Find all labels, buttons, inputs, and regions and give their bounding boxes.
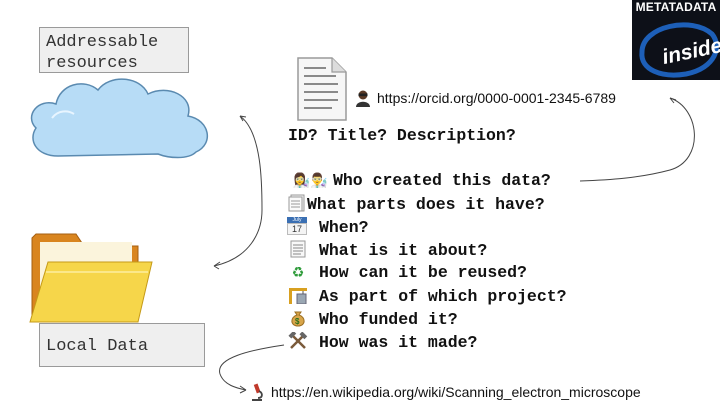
wiki-connector [219,344,285,391]
metadata-inside-badge: METATADATA inside [632,0,720,80]
connector-lines [213,97,695,394]
orcid-connector [579,97,695,182]
cloud-connector [213,115,263,267]
